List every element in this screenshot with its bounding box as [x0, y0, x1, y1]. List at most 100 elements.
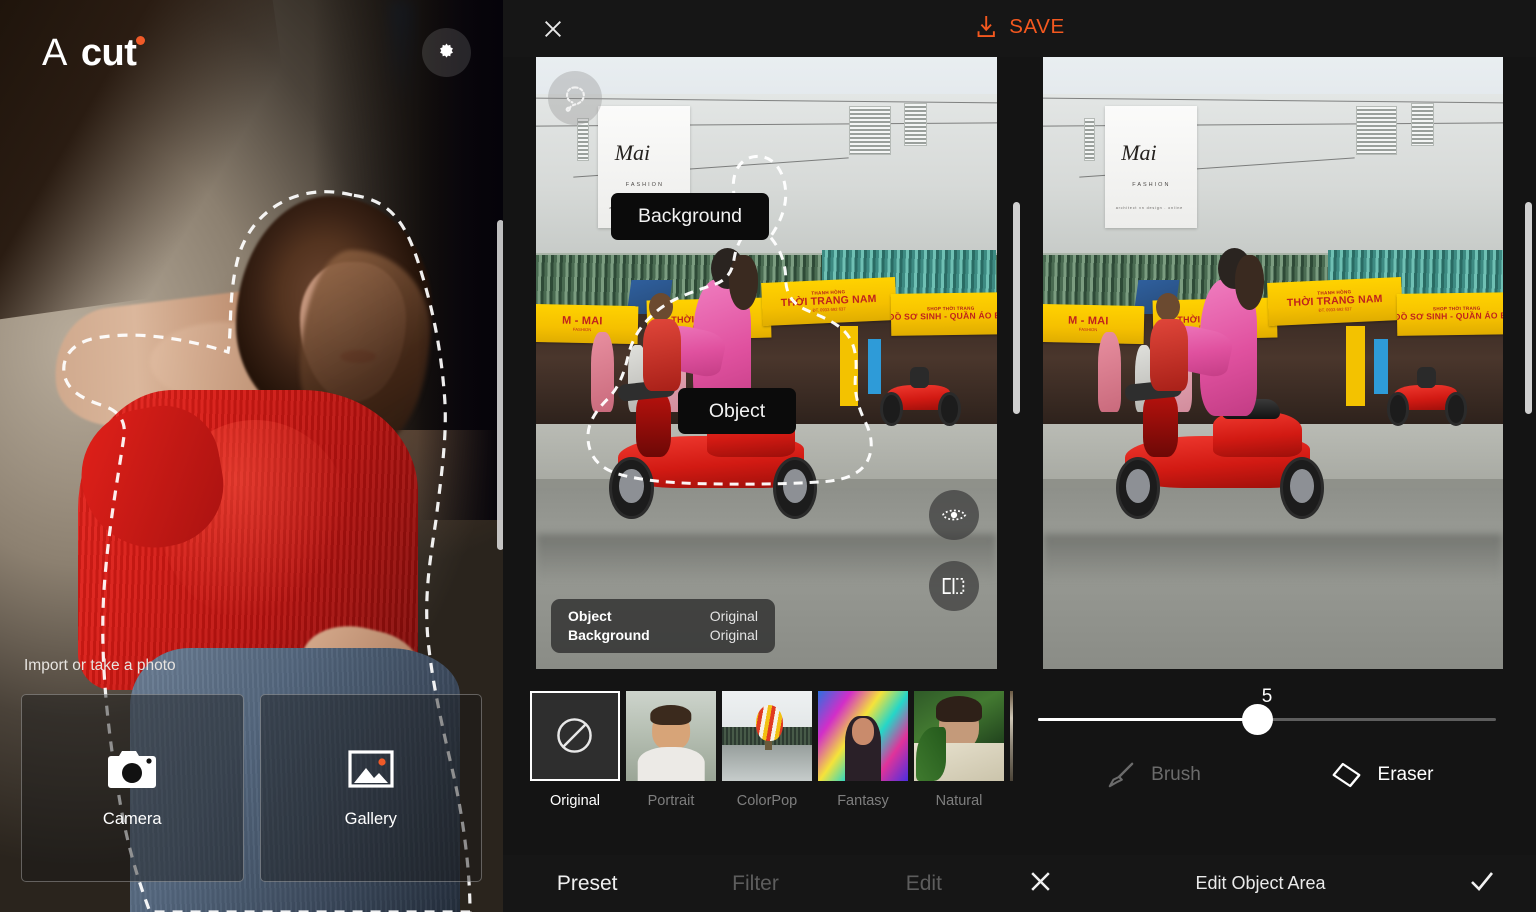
info-key-object: Object: [568, 608, 650, 624]
object-scooter: [605, 351, 826, 522]
image-icon: [343, 747, 399, 791]
mai-shop-sign-result: Mai FASHION architect vn design . online: [1105, 106, 1197, 228]
preset-label-portrait: Portrait: [626, 793, 716, 809]
preview-pane-result[interactable]: Mai FASHION architect vn design . online…: [1043, 57, 1504, 669]
slider-fill: [1038, 718, 1258, 721]
gallery-button[interactable]: Gallery: [260, 694, 483, 882]
mai-sign-subtext-result: FASHION: [1132, 182, 1170, 188]
preset-thumb-portrait: [626, 691, 716, 781]
brush-size-section: 5 Brush: [1013, 672, 1536, 855]
brush-tool-button[interactable]: Brush: [1038, 761, 1267, 789]
gear-icon: [435, 41, 458, 64]
preview-area: Mai FASHION architect vn design . online…: [503, 57, 1536, 672]
app-logo: A cut: [42, 34, 136, 72]
tab-preset[interactable]: Preset: [503, 872, 671, 896]
close-editor-button[interactable]: [536, 12, 570, 46]
background-label-pill[interactable]: Background: [611, 193, 769, 240]
mai-sign-text: Mai: [615, 140, 650, 166]
preset-item-portrait[interactable]: Portrait: [626, 691, 716, 809]
info-key-background: Background: [568, 627, 650, 643]
camera-label: Camera: [103, 810, 162, 829]
no-filter-icon: [532, 693, 617, 778]
logo-dot-icon: [136, 36, 145, 45]
lasso-tool-button[interactable]: [548, 71, 602, 125]
save-label: SAVE: [1009, 15, 1065, 39]
preset-item-fantasy[interactable]: Fantasy: [818, 691, 908, 809]
object-area-title: Edit Object Area: [1195, 873, 1325, 894]
logo-letter-a: A: [42, 34, 68, 72]
slider-value-label: 5: [1038, 686, 1496, 708]
preset-label-original: Original: [530, 793, 620, 809]
preset-thumb-fantasy: [818, 691, 908, 781]
preset-label-fantasy: Fantasy: [818, 793, 908, 809]
import-hint-label: Import or take a photo: [24, 657, 482, 675]
preset-label-natural: Natural: [914, 793, 1004, 809]
preset-thumb-natural: [914, 691, 1004, 781]
gallery-label: Gallery: [345, 810, 397, 829]
lasso-icon: [560, 83, 590, 113]
preset-item-original[interactable]: Original: [530, 691, 620, 809]
brush-size-slider[interactable]: [1038, 718, 1496, 721]
mai-sign-text-result: Mai: [1121, 140, 1156, 166]
brush-icon: [1104, 761, 1136, 789]
home-topbar: A cut: [0, 0, 503, 110]
tab-filter[interactable]: Filter: [671, 872, 839, 896]
object-scooter-result: [1112, 351, 1333, 522]
editor-bottombar: Preset Filter Edit Edit Object Area: [503, 855, 1536, 912]
close-icon: [1028, 869, 1053, 894]
editor-topbar: SAVE: [503, 0, 1536, 57]
preset-label-colorpop: ColorPop: [722, 793, 812, 809]
confirm-object-area-button[interactable]: [1468, 867, 1496, 900]
background-label: Background: [638, 205, 742, 228]
banner-main-0: M - MAI: [562, 315, 603, 328]
preset-item-colorpop[interactable]: ColorPop: [722, 691, 812, 809]
camera-icon: [104, 747, 160, 791]
logo-word-cut: cut: [81, 34, 137, 72]
compare-split-button[interactable]: [929, 561, 979, 611]
street-scene-photo-result: Mai FASHION architect vn design . online…: [1043, 57, 1504, 669]
right-edge-scrollbar[interactable]: [1525, 202, 1532, 414]
banner-main-3-result: ĐỒ SƠ SINH - QUẦN ÁO BẦU: [1397, 310, 1503, 322]
preset-thumb-original: [530, 691, 620, 781]
banner-sub-2: ĐT. 0933 692 637: [812, 307, 845, 313]
object-label-pill[interactable]: Object: [678, 388, 796, 434]
info-value-object: Original: [710, 608, 758, 624]
preset-strip-container[interactable]: Original Portrait: [503, 672, 1013, 855]
slider-thumb[interactable]: [1242, 704, 1273, 735]
camera-button[interactable]: Camera: [21, 694, 244, 882]
preset-thumb-colorpop: [722, 691, 812, 781]
mai-sign-subtext2-result: architect vn design . online: [1116, 206, 1183, 210]
banner-sub-0-result: FASHION: [1079, 327, 1097, 332]
banner-main-0-result: M - MAI: [1068, 315, 1109, 328]
editor-panel: SAVE Mai FASHION: [503, 0, 1536, 912]
preview-pane-edit[interactable]: Mai FASHION architect vn design . online…: [536, 57, 997, 669]
split-compare-icon: [941, 577, 966, 595]
app-root: A cut Import or take a photo: [0, 0, 1536, 912]
eraser-icon: [1330, 762, 1363, 788]
brush-label: Brush: [1151, 764, 1201, 786]
street-scene-photo: Mai FASHION architect vn design . online…: [536, 57, 997, 669]
banner-main-3: ĐỒ SƠ SINH - QUẦN ÁO BẦU: [890, 310, 996, 322]
banner-sub-2-result: ĐT. 0933 692 637: [1319, 307, 1352, 313]
check-icon: [1468, 867, 1496, 895]
settings-button[interactable]: [422, 28, 471, 77]
cancel-object-area-button[interactable]: [1028, 869, 1053, 899]
eraser-label: Eraser: [1378, 764, 1434, 786]
preset-item-natural[interactable]: Natural: [914, 691, 1004, 809]
object-label: Object: [709, 400, 765, 423]
tab-edit[interactable]: Edit: [840, 872, 1008, 896]
eraser-tool-button[interactable]: Eraser: [1267, 761, 1496, 789]
close-icon: [542, 18, 564, 40]
pane-divider-scrollbar[interactable]: [1013, 202, 1020, 414]
save-button[interactable]: SAVE: [974, 14, 1065, 39]
import-section: Import or take a photo Camera: [0, 657, 503, 912]
controls-row: Original Portrait: [503, 672, 1536, 855]
banner-sub-0: FASHION: [573, 327, 591, 332]
layer-info-box: Object Original Background Original: [551, 599, 775, 653]
home-panel: A cut Import or take a photo: [0, 0, 503, 912]
download-icon: [974, 14, 997, 39]
mai-sign-subtext: FASHION: [626, 182, 664, 188]
dotted-eye-icon: [941, 506, 967, 524]
preview-eye-button[interactable]: [929, 490, 979, 540]
info-value-background: Original: [710, 627, 758, 643]
